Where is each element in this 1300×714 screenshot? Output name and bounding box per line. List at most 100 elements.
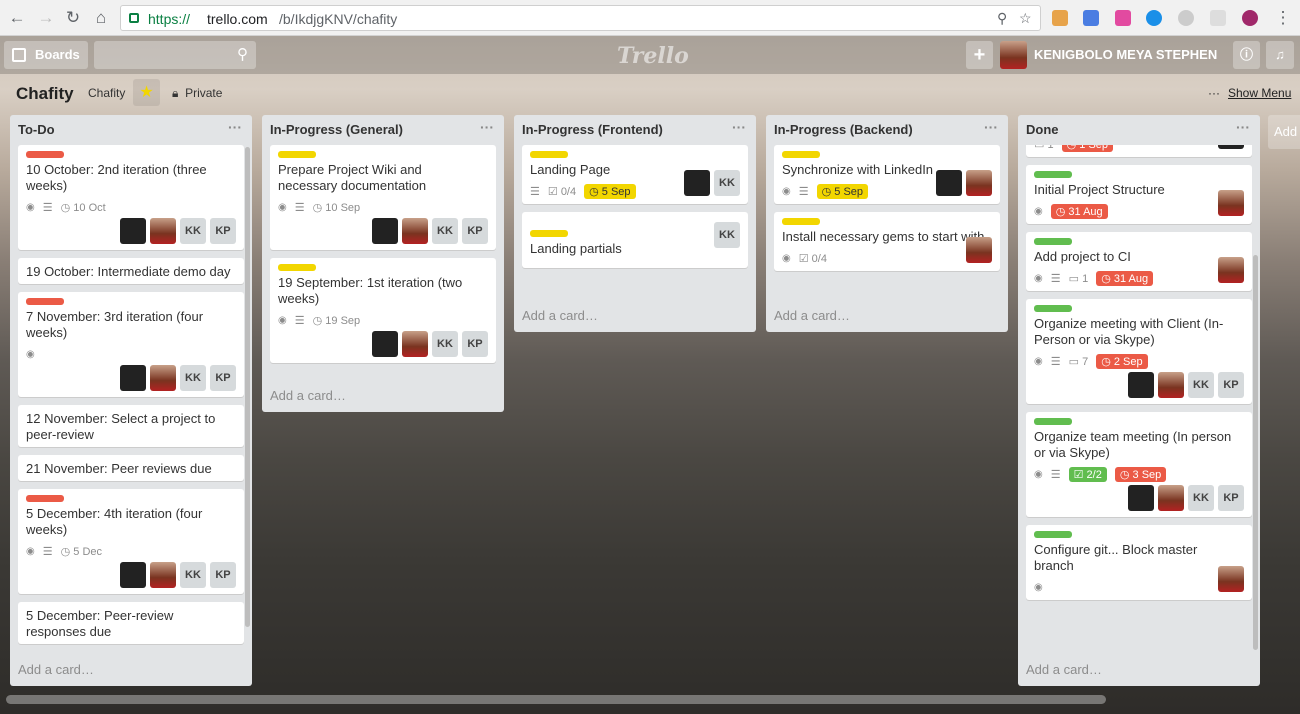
- info-icon[interactable]: ⓘ: [1233, 41, 1260, 69]
- home-icon[interactable]: ⌂: [90, 7, 112, 29]
- member-avatar[interactable]: KK: [1188, 372, 1214, 398]
- member-avatar[interactable]: [1128, 485, 1154, 511]
- member-avatar[interactable]: KP: [462, 218, 488, 244]
- member-avatar[interactable]: KP: [210, 218, 236, 244]
- member-avatar[interactable]: KK: [714, 170, 740, 196]
- member-avatar[interactable]: KP: [462, 331, 488, 357]
- list-title[interactable]: In-Progress (Backend): [774, 122, 913, 137]
- extension-icon[interactable]: [1178, 10, 1194, 26]
- card[interactable]: Initial Project Structure ◉ ◷ 31 Aug: [1026, 165, 1252, 224]
- list-title[interactable]: To-Do: [18, 122, 55, 137]
- list-title[interactable]: Done: [1026, 122, 1059, 137]
- bookmark-star-icon[interactable]: ☆: [1019, 10, 1032, 27]
- add-card-button[interactable]: Add a card…: [262, 382, 504, 410]
- member-avatar[interactable]: KK: [432, 331, 458, 357]
- member-avatar[interactable]: KK: [432, 218, 458, 244]
- notification-bell-icon[interactable]: ♫: [1266, 41, 1294, 69]
- horizontal-scrollbar[interactable]: [6, 695, 1106, 704]
- card[interactable]: 10 October: 2nd iteration (three weeks) ◉…: [18, 145, 244, 250]
- member-avatar[interactable]: [1218, 257, 1244, 283]
- member-avatar[interactable]: [936, 170, 962, 196]
- member-avatar[interactable]: KK: [180, 562, 206, 588]
- forward-icon[interactable]: →: [35, 7, 57, 29]
- list-title[interactable]: In-Progress (General): [270, 122, 403, 137]
- add-list-button[interactable]: Add: [1268, 115, 1300, 149]
- add-card-button[interactable]: Add a card…: [10, 656, 252, 684]
- vertical-scrollbar[interactable]: [1253, 255, 1258, 650]
- reload-icon[interactable]: ↻: [62, 7, 84, 29]
- extension-icon[interactable]: [1146, 10, 1162, 26]
- vertical-scrollbar[interactable]: [245, 147, 250, 627]
- search-input[interactable]: ⚲: [94, 41, 256, 69]
- board-team[interactable]: Chafity: [88, 86, 125, 100]
- card[interactable]: Landing partials KK: [522, 212, 748, 268]
- extension-icon[interactable]: [1052, 10, 1068, 26]
- card[interactable]: 21 November: Peer reviews due: [18, 455, 244, 481]
- address-bar[interactable]: https:// trello.com /b/IkdjgKNV/chafity …: [120, 5, 1041, 31]
- more-icon[interactable]: ···: [480, 119, 494, 135]
- member-avatar[interactable]: [372, 218, 398, 244]
- add-button[interactable]: +: [966, 41, 993, 69]
- extension-icon[interactable]: [1242, 10, 1258, 26]
- card[interactable]: 7 November: 3rd iteration (four weeks) ◉ K…: [18, 292, 244, 397]
- member-avatar[interactable]: KK: [1188, 485, 1214, 511]
- member-avatar[interactable]: [1218, 190, 1244, 216]
- boards-button[interactable]: Boards: [4, 41, 88, 69]
- member-avatar[interactable]: KP: [210, 562, 236, 588]
- card[interactable]: 12 November: Select a project to peer-re…: [18, 405, 244, 447]
- card[interactable]: 5 December: 4th iteration (four weeks) ◉ ☰…: [18, 489, 244, 594]
- member-avatar[interactable]: [120, 365, 146, 391]
- member-avatar[interactable]: [402, 218, 428, 244]
- add-card-button[interactable]: Add a card…: [514, 302, 756, 330]
- member-avatar[interactable]: KP: [210, 365, 236, 391]
- member-avatar[interactable]: KP: [1218, 485, 1244, 511]
- member-avatar[interactable]: [1158, 372, 1184, 398]
- member-avatar[interactable]: [966, 170, 992, 196]
- member-avatar[interactable]: [684, 170, 710, 196]
- member-avatar[interactable]: KK: [714, 222, 740, 248]
- board-title[interactable]: Chafity: [16, 84, 74, 104]
- member-avatar[interactable]: KK: [180, 218, 206, 244]
- card[interactable]: Synchronize with LinkedIn ◉ ☰ ◷ 5 Sep: [774, 145, 1000, 204]
- member-avatar[interactable]: [150, 562, 176, 588]
- trello-logo[interactable]: Trello: [617, 43, 689, 69]
- add-card-button[interactable]: Add a card…: [766, 302, 1008, 330]
- card[interactable]: ▭ 1 ◷ 1 Sep: [1026, 145, 1252, 157]
- member-avatar[interactable]: [150, 365, 176, 391]
- card[interactable]: 5 December: Peer-review responses due: [18, 602, 244, 644]
- member-avatar[interactable]: [966, 237, 992, 263]
- member-avatar[interactable]: [1128, 372, 1154, 398]
- card[interactable]: Add project to CI ◉ ☰ ▭ 1 ◷ 31 Aug: [1026, 232, 1252, 291]
- card[interactable]: 19 September: 1st iteration (two weeks) ◉…: [270, 258, 496, 363]
- star-icon[interactable]: ★: [133, 79, 160, 106]
- member-avatar[interactable]: [402, 331, 428, 357]
- more-icon[interactable]: ···: [984, 119, 998, 135]
- member-avatar[interactable]: [120, 218, 146, 244]
- card[interactable]: Organize team meeting (In person or via …: [1026, 412, 1252, 517]
- member-avatar[interactable]: [1218, 145, 1244, 149]
- user-name[interactable]: KENIGBOLO MEYA STEPHEN: [1034, 47, 1217, 62]
- translate-icon[interactable]: [1083, 10, 1099, 26]
- zoom-icon[interactable]: ⚲: [997, 10, 1007, 27]
- more-icon[interactable]: ···: [1236, 119, 1250, 135]
- card[interactable]: Organize meeting with Client (In-Person …: [1026, 299, 1252, 404]
- extension-icon[interactable]: [1115, 10, 1131, 26]
- member-avatar[interactable]: [1158, 485, 1184, 511]
- member-avatar[interactable]: [372, 331, 398, 357]
- card[interactable]: Landing Page ☰ ☑ 0/4 ◷ 5 Sep KK: [522, 145, 748, 204]
- extension-icon[interactable]: [1210, 10, 1226, 26]
- member-avatar[interactable]: KK: [180, 365, 206, 391]
- card[interactable]: Prepare Project Wiki and necessary docum…: [270, 145, 496, 250]
- card[interactable]: Configure git... Block master branch ◉: [1026, 525, 1252, 600]
- add-card-button[interactable]: Add a card…: [1018, 656, 1260, 684]
- card[interactable]: Install necessary gems to start with ◉ ☑ 0…: [774, 212, 1000, 271]
- member-avatar[interactable]: [1218, 566, 1244, 592]
- member-avatar[interactable]: KP: [1218, 372, 1244, 398]
- avatar[interactable]: [1000, 41, 1027, 69]
- card[interactable]: 19 October: Intermediate demo day: [18, 258, 244, 284]
- back-icon[interactable]: ←: [6, 7, 28, 29]
- list-title[interactable]: In-Progress (Frontend): [522, 122, 663, 137]
- show-menu-button[interactable]: ··· Show Menu: [1208, 86, 1291, 100]
- member-avatar[interactable]: [150, 218, 176, 244]
- visibility-button[interactable]: 🔒︎ Private: [172, 86, 222, 101]
